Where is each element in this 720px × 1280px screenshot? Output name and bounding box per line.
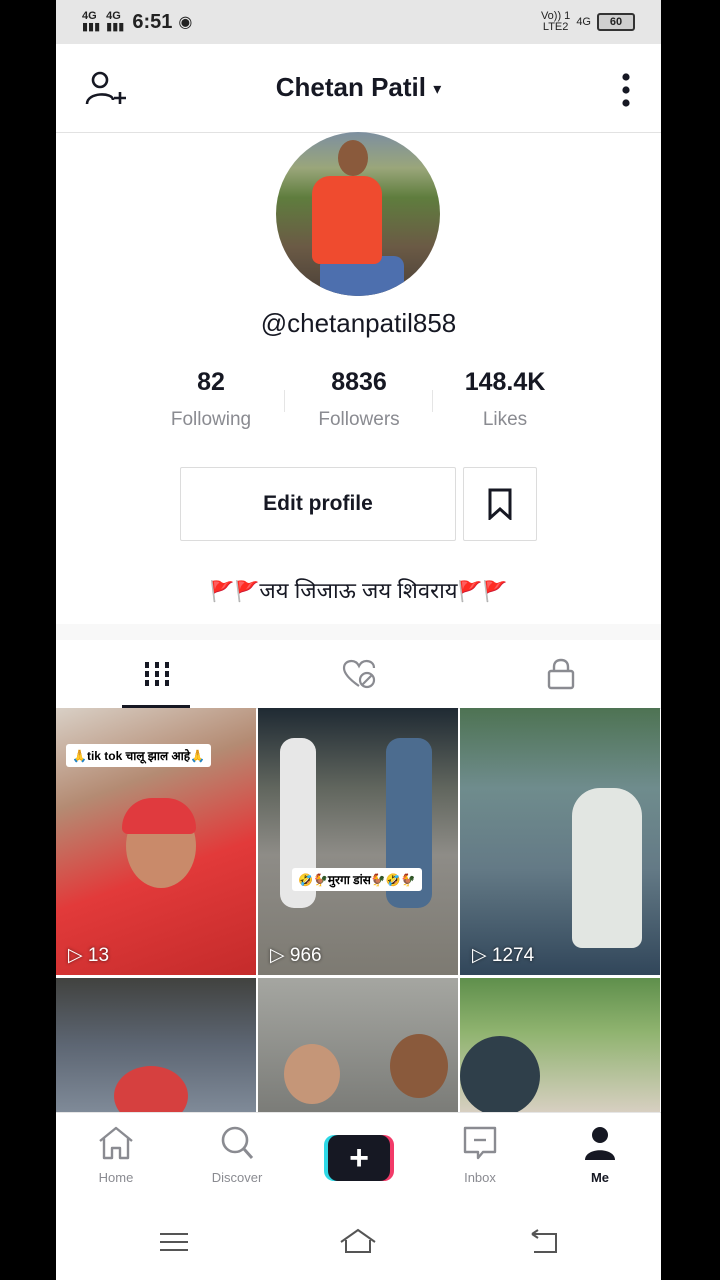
profile-stats: 82 Following 8836 Followers 148.4K Likes [56,368,661,438]
avatar-photo-detail [312,176,382,264]
section-divider [56,624,661,640]
menu-icon[interactable] [154,1224,194,1260]
video-grid: 🙏tik tok चालू झाल आहे🙏 ▷ 13 🤣🐓मुरगा डांस… [56,708,661,1112]
stat-following[interactable]: 82 Following [136,368,286,431]
stat-label: Following [170,409,252,430]
username-handle: @chetanpatil858 [260,308,457,338]
tab-private[interactable] [460,640,661,708]
network-indicator-2: 4G ▮▮▮ [106,10,125,33]
lock-icon [547,658,574,690]
video-thumbnail[interactable]: 🙏tik tok चालू झाल आहे🙏 ▷ 13 [56,708,256,975]
status-left: 4G ▮▮▮ 4G ▮▮▮ 6:51 ◉ [56,11,192,34]
video-views: ▷ 966 [270,945,322,966]
phone-screen: 4G ▮▮▮ 4G ▮▮▮ 6:51 ◉ Vo)) 1 LTE2 4G 60 Chet… [56,0,661,1280]
nav-label: Home [98,1170,134,1185]
thumbnail-detail [572,788,642,948]
network-4g-indicator: 4G [576,16,591,28]
more-options-icon[interactable] [621,72,631,108]
video-thumbnail[interactable]: ▷ 1274 [460,708,660,975]
home-icon [99,1126,133,1160]
nav-label: Discover [211,1170,263,1185]
volte-indicator: Vo)) 1 LTE2 [540,10,571,33]
video-views: ▷ 1274 [472,945,535,966]
stat-label: Followers [318,409,400,430]
nav-inbox[interactable]: Inbox [420,1125,540,1185]
nav-home[interactable]: Home [56,1125,176,1185]
avatar-photo-detail [338,140,368,176]
thumbnail-detail [122,798,196,834]
nav-me[interactable]: Me [540,1125,660,1185]
content-tabs [56,640,661,709]
profile-bio: 🚩🚩जय जिजाऊ जय शिवराय🚩🚩 [56,575,661,605]
flag-icon: 🚩🚩 [209,581,260,603]
stat-likes[interactable]: 148.4K Likes [430,368,580,431]
plus-icon: + [328,1135,390,1181]
grid-icon [144,662,169,686]
edit-profile-button[interactable]: Edit profile [180,467,456,541]
status-time: 6:51 [132,10,173,33]
stat-followers[interactable]: 8836 Followers [284,368,434,431]
video-views: ▷ 13 [68,945,110,966]
battery-indicator: 60 [597,13,635,31]
video-thumbnail[interactable] [258,978,458,1112]
video-caption: 🤣🐓मुरगा डांस🐓🤣🐓 [292,868,422,891]
page-title: Chetan Patil [275,72,426,102]
video-caption: 🙏tik tok चालू झाल आहे🙏 [66,744,212,767]
tab-videos[interactable] [56,640,257,708]
flag-icon: 🚩🚩 [457,581,508,603]
views-count: 966 [289,945,322,966]
bottom-nav: Home Discover + Inbox Me [56,1112,661,1207]
status-bar: 4G ▮▮▮ 4G ▮▮▮ 6:51 ◉ Vo)) 1 LTE2 4G 60 [56,0,661,44]
stat-value: 8836 [331,368,387,396]
stat-value: 148.4K [464,368,546,396]
nav-label: Me [590,1170,610,1185]
system-nav-bar [56,1206,661,1280]
video-thumbnail[interactable]: 🤣🐓मुरगा डांस🐓🤣🐓 ▷ 966 [258,708,458,975]
home-button-icon[interactable] [338,1224,378,1260]
thumbnail-detail [114,1066,188,1112]
bookmark-icon [488,488,512,520]
create-video-button[interactable]: + [324,1135,394,1181]
person-icon [585,1127,615,1160]
profile-header: Chetan Patil ▾ [56,44,661,133]
account-switcher[interactable]: Chetan Patil ▾ [56,72,661,103]
network-indicator-1: 4G ▮▮▮ [82,10,101,33]
chrome-icon: ◉ [178,14,193,31]
chevron-down-icon: ▾ [433,81,442,99]
avatar[interactable] [276,132,440,296]
status-right: Vo)) 1 LTE2 4G 60 [541,11,661,33]
favorites-button[interactable] [463,467,537,541]
views-count: 1274 [491,945,535,966]
thumbnail-detail [390,1034,448,1098]
inbox-icon [463,1126,497,1160]
heart-hidden-icon [342,659,375,689]
bio-text: जय जिजाऊ जय शिवराय [259,578,458,603]
thumbnail-detail [284,1044,340,1104]
search-icon [221,1126,254,1159]
video-thumbnail[interactable] [460,978,660,1112]
back-icon[interactable] [524,1224,564,1260]
thumbnail-detail [460,1036,540,1112]
tab-liked[interactable] [258,640,459,708]
nav-label: Inbox [464,1170,496,1185]
views-count: 13 [87,945,110,966]
stat-label: Likes [482,409,528,430]
stat-value: 82 [197,368,225,396]
nav-discover[interactable]: Discover [177,1125,297,1185]
video-thumbnail[interactable] [56,978,256,1112]
